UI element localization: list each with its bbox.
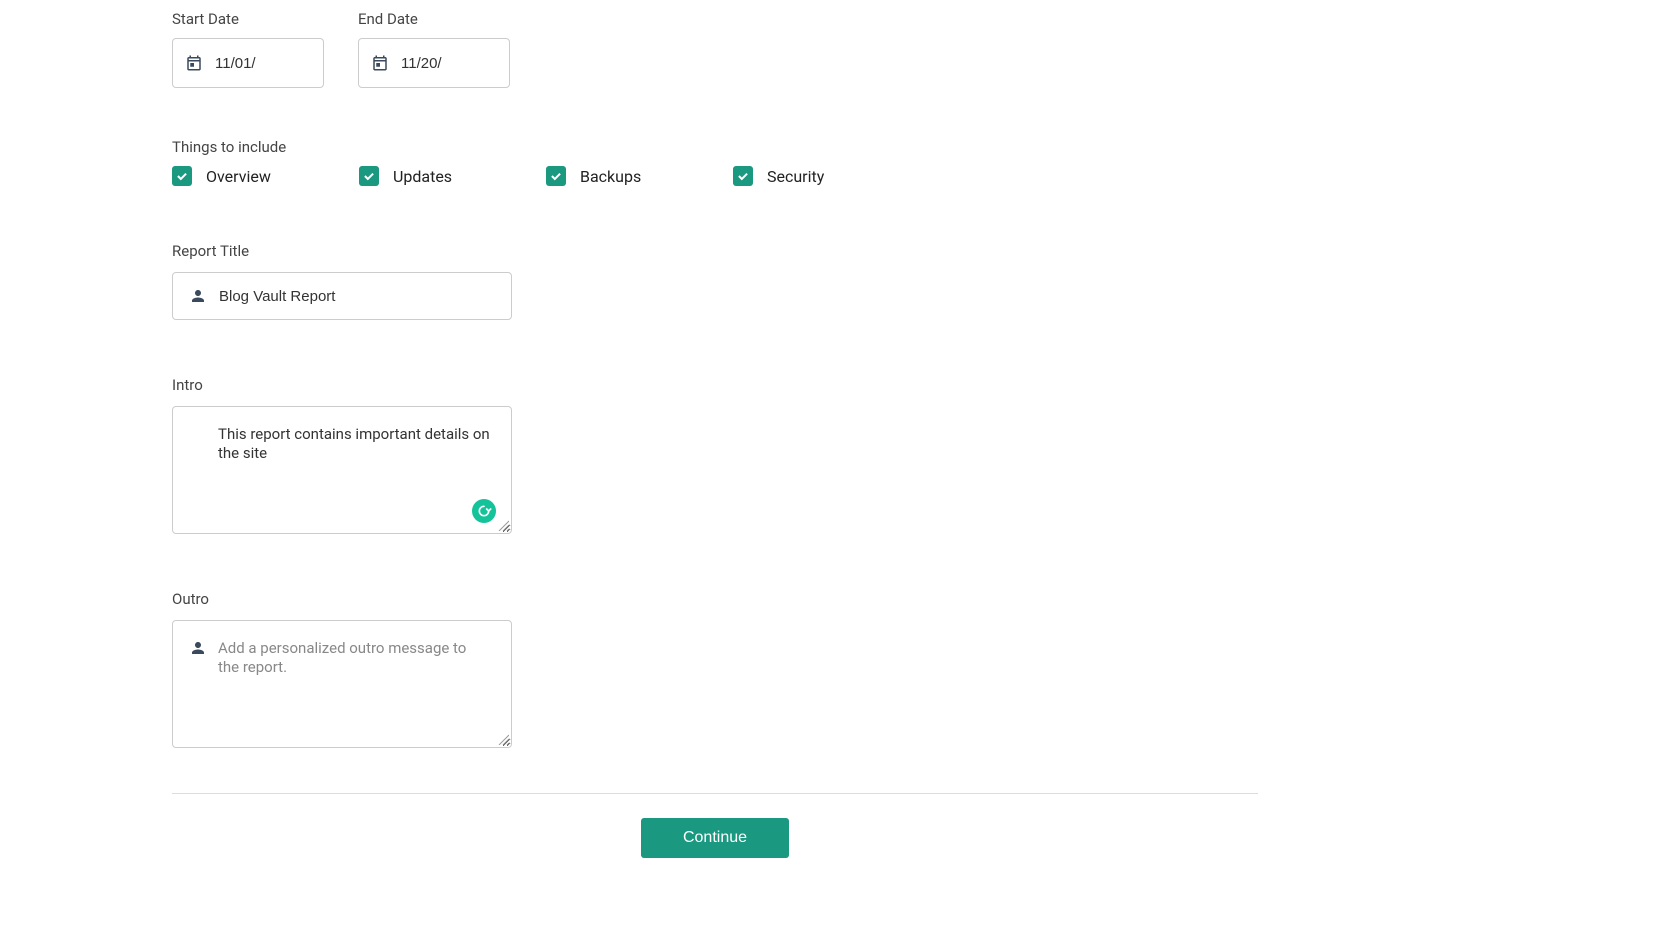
button-row: Continue [172, 818, 1258, 858]
checkbox-item-backups: Backups [546, 166, 733, 186]
checkbox-backups[interactable] [546, 166, 566, 186]
report-form: Start Date End Date Things to inclu [172, 10, 1258, 858]
check-icon [736, 169, 750, 183]
report-title-label: Report Title [172, 242, 249, 260]
intro-section: Intro [172, 375, 1258, 534]
checkbox-security[interactable] [733, 166, 753, 186]
report-title-section: Report Title [172, 241, 1258, 320]
outro-textarea[interactable] [218, 639, 491, 729]
start-date-input-wrapper[interactable] [172, 38, 324, 88]
checkbox-item-overview: Overview [172, 166, 359, 186]
checkbox-label-updates: Updates [393, 167, 452, 186]
grammarly-icon[interactable] [472, 499, 496, 523]
checkbox-item-security: Security [733, 166, 920, 186]
end-date-label: End Date [358, 10, 510, 28]
end-date-input[interactable] [401, 55, 497, 72]
checkbox-overview[interactable] [172, 166, 192, 186]
start-date-input[interactable] [215, 55, 311, 72]
outro-textarea-wrapper[interactable] [172, 620, 512, 748]
continue-button[interactable]: Continue [641, 818, 789, 858]
intro-label: Intro [172, 376, 203, 394]
intro-textarea-wrapper[interactable] [172, 406, 512, 534]
outro-section: Outro [172, 589, 1258, 748]
checkbox-row: Overview Updates Backups [172, 166, 1258, 186]
check-icon [175, 169, 189, 183]
start-date-field: Start Date [172, 10, 324, 88]
person-icon [189, 639, 207, 657]
check-icon [362, 169, 376, 183]
intro-textarea[interactable] [218, 425, 491, 515]
checkbox-updates[interactable] [359, 166, 379, 186]
resize-handle-icon [497, 519, 509, 531]
calendar-icon [185, 54, 203, 72]
report-title-input[interactable] [219, 288, 495, 305]
end-date-input-wrapper[interactable] [358, 38, 510, 88]
calendar-icon [371, 54, 389, 72]
things-label: Things to include [172, 138, 1258, 156]
checkbox-label-security: Security [767, 167, 824, 186]
check-icon [549, 169, 563, 183]
things-section: Things to include Overview Updates [172, 138, 1258, 186]
end-date-field: End Date [358, 10, 510, 88]
checkbox-item-updates: Updates [359, 166, 546, 186]
start-date-label: Start Date [172, 10, 324, 28]
checkbox-label-overview: Overview [206, 167, 271, 186]
outro-label: Outro [172, 590, 209, 608]
checkbox-label-backups: Backups [580, 167, 641, 186]
divider [172, 793, 1258, 794]
date-row: Start Date End Date [172, 10, 1258, 88]
report-title-input-wrapper[interactable] [172, 272, 512, 320]
person-icon [189, 287, 207, 305]
resize-handle-icon [497, 733, 509, 745]
